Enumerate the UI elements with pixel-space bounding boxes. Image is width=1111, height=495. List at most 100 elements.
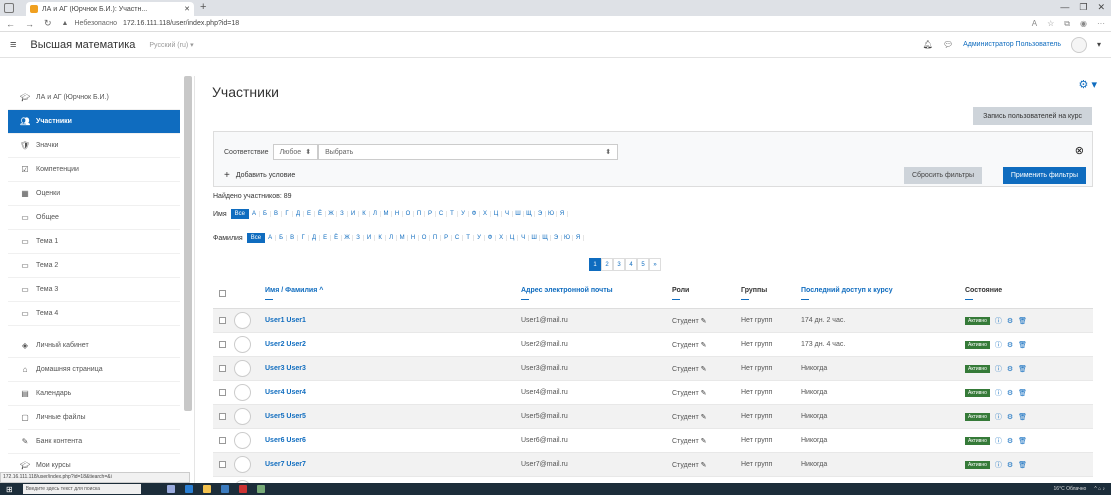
pencil-icon[interactable]: ✎: [699, 342, 707, 349]
gear-icon[interactable]: ⚙ ▾: [1079, 78, 1097, 91]
chat-icon[interactable]: 💬︎: [943, 40, 953, 49]
gear-icon[interactable]: ⚙: [1007, 413, 1013, 421]
app-icon[interactable]: [238, 485, 247, 493]
maximize-icon[interactable]: ❐: [1079, 2, 1087, 13]
explorer-icon[interactable]: [202, 485, 211, 493]
initial-letter[interactable]: Г: [282, 211, 293, 217]
select-all-checkbox[interactable]: [219, 290, 226, 297]
trash-icon[interactable]: 🗑︎: [1018, 437, 1027, 445]
pencil-icon[interactable]: ✎: [699, 414, 707, 421]
page-link[interactable]: 4: [625, 258, 637, 271]
page-link[interactable]: 5: [637, 258, 649, 271]
initial-letter[interactable]: К: [375, 235, 387, 241]
user-name-link[interactable]: User1 User1: [265, 317, 306, 324]
start-icon[interactable]: ⊞: [6, 485, 13, 494]
task-view-icon[interactable]: [166, 485, 175, 493]
initial-letter[interactable]: В: [271, 211, 282, 217]
info-icon[interactable]: ⓘ: [995, 412, 1002, 422]
more-icon[interactable]: ···: [1097, 19, 1105, 29]
remove-filter-icon[interactable]: ⊗: [1075, 144, 1084, 157]
initial-letter[interactable]: Ш: [513, 211, 524, 217]
gear-icon[interactable]: ⚙: [1007, 341, 1013, 349]
user-name-link[interactable]: User3 User3: [265, 365, 306, 372]
initial-letter[interactable]: Е: [320, 235, 332, 241]
initial-letter[interactable]: Е: [304, 211, 315, 217]
initial-letter[interactable]: У: [474, 235, 486, 241]
initial-letter[interactable]: С: [452, 235, 464, 241]
column-email[interactable]: Адрес электронной почты: [521, 287, 613, 300]
initial-letter[interactable]: М: [381, 211, 392, 217]
initial-letter[interactable]: Э: [551, 235, 563, 241]
sidebar-item[interactable]: ⌂ Домашняя страница: [8, 358, 180, 382]
gear-icon[interactable]: ⚙: [1007, 317, 1013, 325]
taskbar-search[interactable]: Введите здесь текст для поиска: [22, 484, 141, 494]
sidebar-item[interactable]: 🎓︎ ЛА и АГ (Юрчнок Б.И.): [8, 86, 180, 110]
user-name-link[interactable]: User4 User4: [265, 389, 306, 396]
gear-icon[interactable]: ⚙: [1007, 461, 1013, 469]
user-avatar[interactable]: [1070, 36, 1087, 53]
initial-letter[interactable]: А: [265, 235, 277, 241]
sidebar-item[interactable]: ✎ Банк контента: [8, 430, 180, 454]
edge-icon[interactable]: [184, 485, 193, 493]
sidebar-scrollbar[interactable]: [184, 76, 192, 411]
back-icon[interactable]: ←: [6, 19, 15, 29]
page-link[interactable]: 3: [613, 258, 625, 271]
app-icon[interactable]: [256, 485, 265, 493]
initial-letter[interactable]: Ц: [491, 211, 502, 217]
initial-letter[interactable]: Н: [408, 235, 420, 241]
initial-letter[interactable]: Ф: [485, 235, 497, 241]
bell-icon[interactable]: 🔔︎: [923, 40, 933, 49]
initial-letter[interactable]: Р: [441, 235, 453, 241]
enrol-users-button[interactable]: Запись пользователей на курс: [973, 107, 1092, 125]
gear-icon[interactable]: ⚙: [1007, 437, 1013, 445]
initial-letter[interactable]: Т: [447, 211, 458, 217]
sidebar-item[interactable]: 🛡︎ Значки: [8, 134, 180, 158]
gear-icon[interactable]: ⚙: [1007, 389, 1013, 397]
initial-letter[interactable]: Щ: [524, 211, 535, 217]
sidebar-item[interactable]: ▭ Тема 4: [8, 302, 180, 326]
initial-letter[interactable]: Л: [370, 211, 381, 217]
sidebar-item[interactable]: ▢ Личные файлы: [8, 406, 180, 430]
initial-letter[interactable]: Х: [496, 235, 508, 241]
trash-icon[interactable]: 🗑︎: [1018, 365, 1027, 373]
reset-filters-button[interactable]: Сбросить фильтры: [903, 167, 982, 184]
initial-letter[interactable]: Ю: [562, 235, 574, 241]
last-name-all-button[interactable]: Все: [246, 233, 266, 243]
pencil-icon[interactable]: ✎: [699, 390, 707, 397]
initial-letter[interactable]: О: [403, 211, 414, 217]
column-name[interactable]: Имя / Фамилия ^: [265, 287, 323, 300]
user-name-link[interactable]: User7 User7: [265, 461, 306, 468]
match-select[interactable]: Любое ⬍: [272, 144, 319, 160]
column-status[interactable]: Состояние: [965, 287, 1002, 300]
initial-letter[interactable]: Л: [386, 235, 398, 241]
row-checkbox[interactable]: [219, 461, 226, 468]
initial-letter[interactable]: З: [337, 211, 348, 217]
initial-letter[interactable]: Ф: [469, 211, 480, 217]
initial-letter[interactable]: Щ: [540, 235, 552, 241]
close-tab-icon[interactable]: ✕: [184, 5, 190, 13]
sidebar-item[interactable]: ☑ Компетенции: [8, 158, 180, 182]
initial-letter[interactable]: В: [287, 235, 299, 241]
trash-icon[interactable]: 🗑︎: [1018, 317, 1027, 325]
sidebar-item[interactable]: ▭ Тема 3: [8, 278, 180, 302]
initial-letter[interactable]: Ё: [315, 211, 326, 217]
minimize-icon[interactable]: —: [1060, 2, 1069, 13]
pencil-icon[interactable]: ✎: [699, 318, 707, 325]
initial-letter[interactable]: Ж: [326, 211, 337, 217]
row-checkbox[interactable]: [219, 341, 226, 348]
initial-letter[interactable]: Ё: [331, 235, 343, 241]
row-checkbox[interactable]: [219, 365, 226, 372]
trash-icon[interactable]: 🗑︎: [1018, 413, 1027, 421]
initial-letter[interactable]: Б: [260, 211, 271, 217]
user-name-link[interactable]: User6 User6: [265, 437, 306, 444]
store-icon[interactable]: [220, 485, 229, 493]
profile-icon[interactable]: ◉: [1080, 19, 1087, 29]
sidebar-item[interactable]: ◈ Личный кабинет: [8, 334, 180, 358]
sidebar-item[interactable]: ▦ Оценки: [8, 182, 180, 206]
tray-icons[interactable]: ^ ⌂ ♪: [1094, 486, 1105, 492]
initial-letter[interactable]: Э: [535, 211, 546, 217]
info-icon[interactable]: ⓘ: [995, 436, 1002, 446]
user-name-link[interactable]: User2 User2: [265, 341, 306, 348]
window-menu-icon[interactable]: [4, 3, 14, 13]
pencil-icon[interactable]: ✎: [699, 462, 707, 469]
